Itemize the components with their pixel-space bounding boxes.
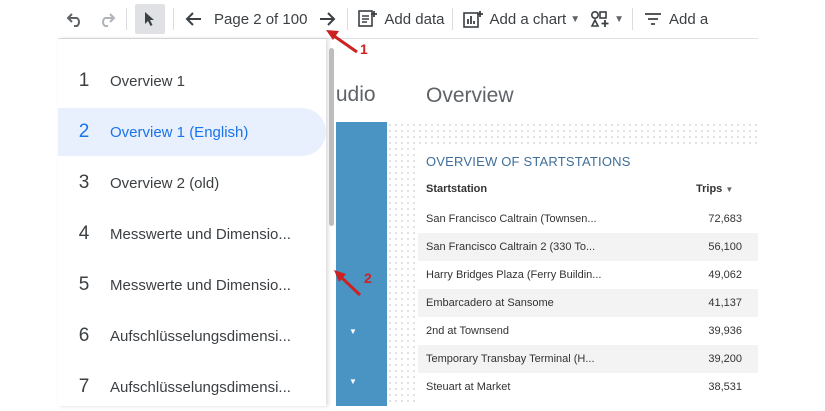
annotation-arrow-1 [326, 30, 358, 54]
annotation-arrow-2 [334, 270, 362, 297]
annotation-label-1: 1 [360, 41, 368, 57]
annotation-label-2: 2 [364, 270, 372, 286]
annotation-overlay [326, 30, 362, 297]
